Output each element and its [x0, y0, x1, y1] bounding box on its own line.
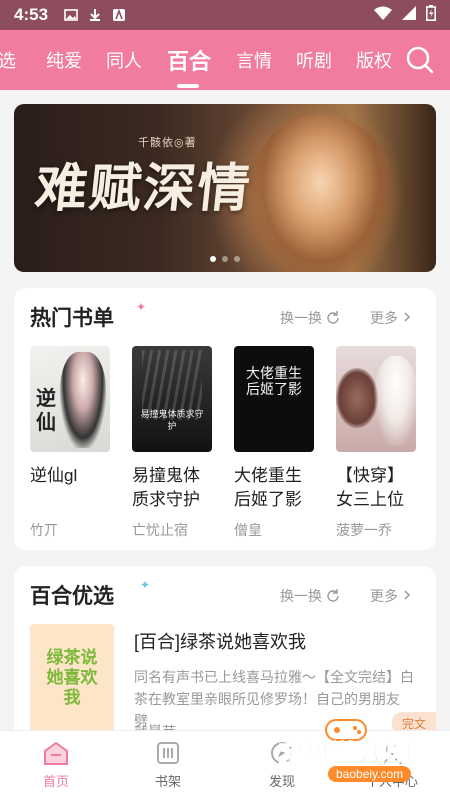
tab-baihe[interactable]: 百合 [167, 44, 211, 76]
banner-title: 难赋深情 [32, 158, 255, 219]
site-watermark: 宝贝游戏网 baobeiy.com [268, 719, 448, 790]
book-item[interactable]: 易撞鬼体质求守护 易撞鬼体质求守护 亡忧止宿 [132, 346, 212, 540]
status-bar: 4:53 [0, 0, 450, 30]
hot-list-section: 热门书单 ✦ 换一换 更多 逆仙 逆仙gl 竹丌 易撞鬼体质求守护 易撞鬼体质求… [14, 288, 436, 550]
nav-bookshelf[interactable]: 书架 [138, 739, 198, 790]
more-button[interactable]: 更多 [370, 586, 412, 606]
book-item[interactable]: 大佬重生后姬了影 大佬重生后姬了影 僧皇 [234, 346, 314, 540]
download-icon [88, 8, 102, 22]
more-button[interactable]: 更多 [370, 308, 412, 328]
tab-yanqing[interactable]: 言情 [236, 47, 272, 73]
banner-dot [234, 256, 240, 262]
book-title: 逆仙gl [30, 466, 78, 485]
tab-recommend[interactable]: 选 [0, 47, 16, 73]
book-title: 大佬重生后姬了影 [234, 466, 302, 509]
book-author: 竹丌 [30, 522, 58, 538]
featured-book-description: 同名有声书已上线喜马拉雅～【全文完结】白茶在教室里亲眼所见修罗场！自己的男朋友劈… [134, 669, 414, 729]
book-item[interactable]: 逆仙 逆仙gl 竹丌 [30, 346, 110, 540]
book-list: 逆仙 逆仙gl 竹丌 易撞鬼体质求守护 易撞鬼体质求守护 亡忧止宿 大佬重生后姬… [30, 346, 416, 540]
signal-icon [402, 5, 416, 25]
section-title: 百合优选 [30, 585, 114, 608]
refresh-button[interactable]: 换一换 [280, 308, 340, 328]
sparkle-icon: ✦ [136, 300, 147, 314]
book-title: 易撞鬼体质求守护 [132, 466, 200, 509]
book-author: 僧皇 [234, 522, 262, 538]
book-title: 【快穿】女三上位 [336, 466, 404, 509]
book-cover: 大佬重生后姬了影 [234, 346, 314, 452]
nav-home[interactable]: 首页 [26, 739, 86, 790]
featured-book-cover[interactable]: 绿茶说她喜欢我 [30, 624, 114, 744]
more-label: 更多 [370, 588, 398, 604]
featured-book-title[interactable]: [百合]绿茶说她喜欢我 [134, 628, 306, 654]
section-title: 热门书单 [30, 307, 114, 330]
search-icon[interactable] [404, 44, 436, 76]
refresh-icon [326, 588, 340, 605]
book-author: 菠萝一乔 [336, 522, 392, 538]
tab-tongren[interactable]: 同人 [106, 47, 142, 73]
image-icon [64, 8, 78, 22]
featured-cover-text: 绿茶说她喜欢我 [46, 648, 98, 707]
banner-pagination [210, 256, 240, 262]
chevron-right-icon [402, 588, 412, 604]
active-tab-indicator [177, 84, 199, 88]
featured-section: 百合优选 ✦ 换一换 更多 绿茶说她喜欢我 [百合]绿茶说她喜欢我 同名有声书已… [14, 566, 436, 746]
book-cover: 易撞鬼体质求守护 [132, 346, 212, 452]
promo-banner[interactable]: 千骸依◎著 难赋深情 [14, 104, 436, 272]
book-cover-text: 逆仙 [36, 386, 56, 434]
category-tabs: 选 纯爱 同人 百合 言情 听剧 版权 [0, 30, 450, 90]
watermark-url: baobeiy.com [328, 766, 412, 782]
book-cover: 逆仙 [30, 346, 110, 452]
more-label: 更多 [370, 310, 398, 326]
chevron-right-icon [402, 310, 412, 326]
tab-chunai[interactable]: 纯爱 [46, 47, 82, 73]
refresh-icon [326, 310, 340, 327]
nav-label: 书架 [154, 774, 181, 789]
book-cover-text: 易撞鬼体质求守护 [140, 409, 204, 431]
bookshelf-icon [154, 739, 182, 767]
refresh-label: 换一换 [280, 588, 322, 604]
refresh-button[interactable]: 换一换 [280, 586, 340, 606]
tab-banquan[interactable]: 版权 [356, 47, 392, 73]
banner-character-art [246, 114, 396, 272]
tab-tingju[interactable]: 听剧 [296, 47, 332, 73]
book-item[interactable]: 【快穿】女三上位 菠萝一乔 [336, 346, 416, 540]
battery-icon [426, 4, 436, 26]
book-author: 亡忧止宿 [132, 522, 188, 538]
book-cover-text: 大佬重生后姬了影 [246, 366, 302, 398]
banner-dot [210, 256, 216, 262]
wifi-icon [374, 6, 392, 25]
book-cover [336, 346, 416, 452]
nav-label: 首页 [42, 774, 69, 789]
banner-dot [222, 256, 228, 262]
status-time: 4:53 [14, 5, 49, 24]
refresh-label: 换一换 [280, 310, 322, 326]
app-notification-icon [112, 8, 126, 22]
home-icon [42, 739, 70, 767]
sparkle-icon: ✦ [140, 578, 151, 592]
